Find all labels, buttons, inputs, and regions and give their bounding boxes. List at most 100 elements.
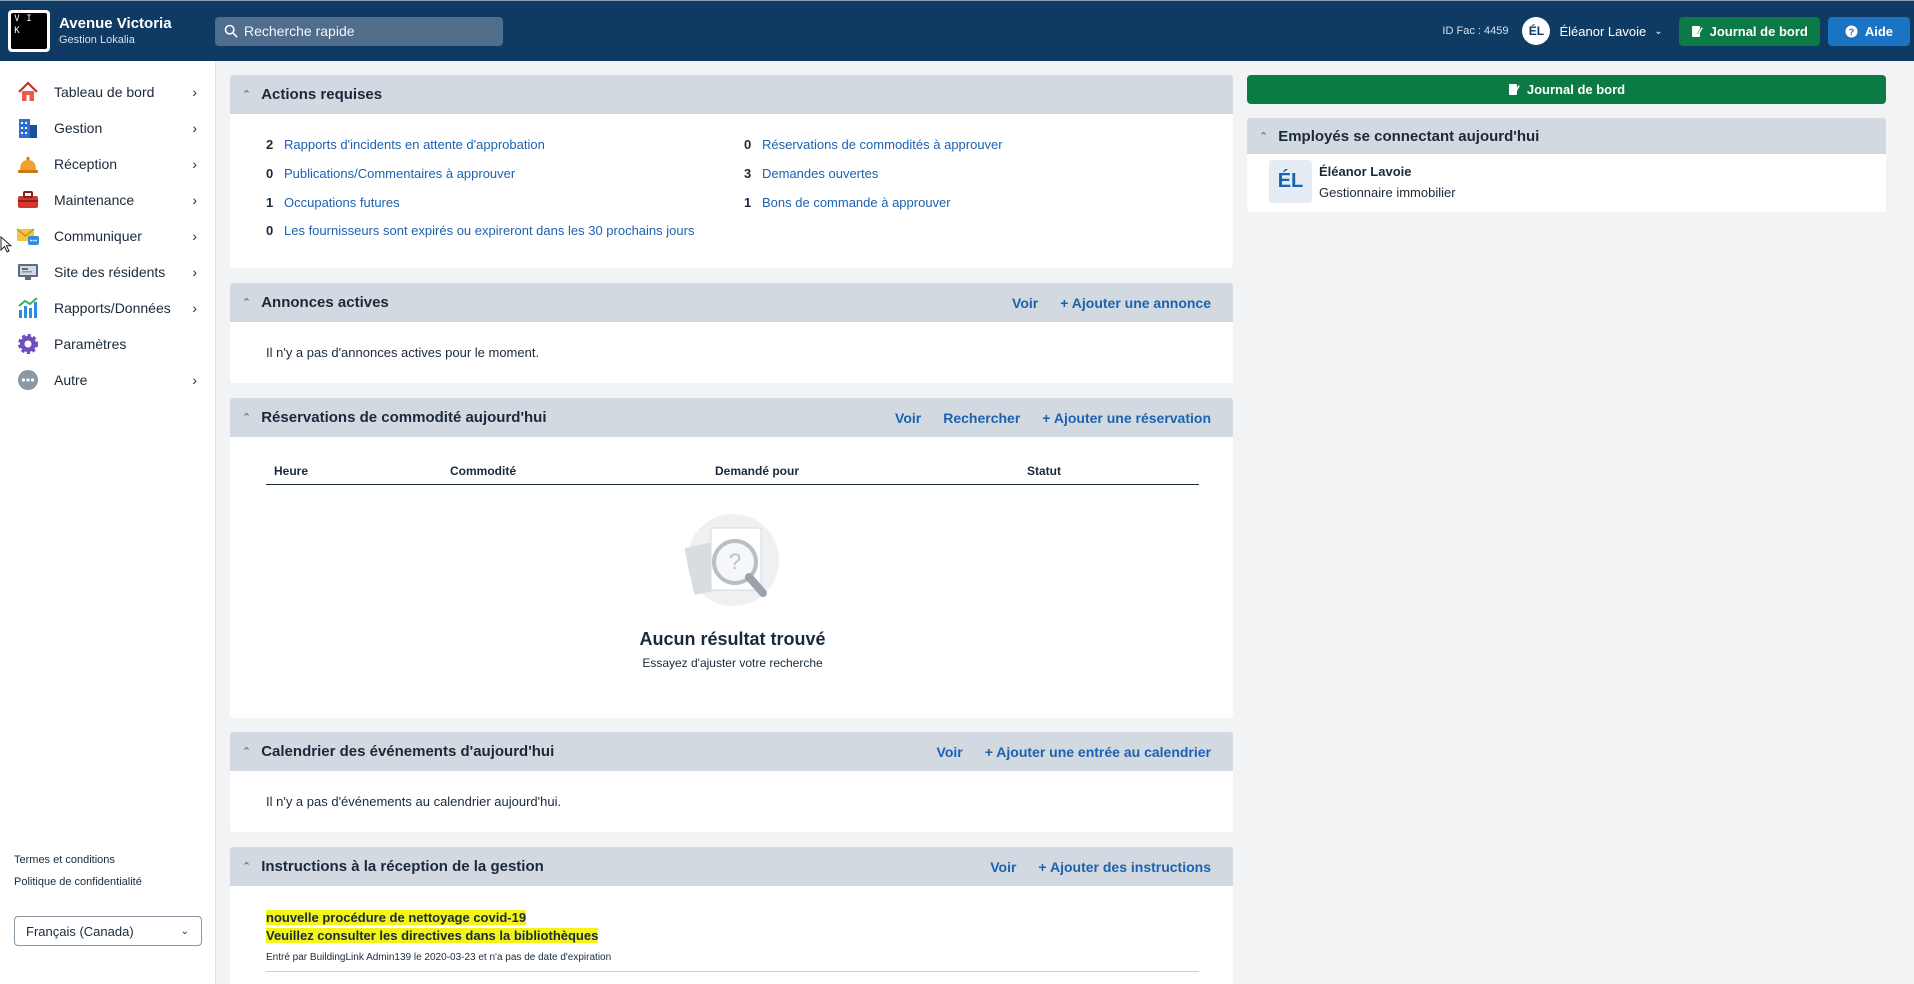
avatar: ÉL [1522,17,1551,45]
employee-name: Éléanor Lavoie [1319,163,1412,179]
actions-panel: ⌃ Actions requises 2 Rapports d'incident… [230,75,1233,268]
panel-title: Instructions à la réception de la gestio… [261,858,544,875]
instruction-line: nouvelle procédure de nettoyage covid-19 [266,910,527,925]
property-name: Avenue Victoria [59,14,172,32]
toolbox-icon [16,188,40,212]
reservations-panel: ⌃ Réservations de commodité aujourd'hui … [230,398,1233,718]
sidebar-item-reports[interactable]: Rapports/Données › [0,290,215,326]
sidebar-item-settings[interactable]: Paramètres [0,326,215,362]
sidebar-item-resident-site[interactable]: Site des résidents › [0,254,215,290]
avatar: ÉL [1269,160,1312,203]
privacy-link[interactable]: Politique de confidentialité [14,871,142,893]
action-item[interactable]: 1 Bons de commande à approuver [744,195,951,210]
add-announcement-link[interactable]: + Ajouter une annonce [1060,295,1211,311]
building-icon [16,116,40,140]
column-header[interactable]: Commodité [450,464,516,478]
chevron-up-icon[interactable]: ⌃ [242,745,251,758]
sidebar-item-management[interactable]: Gestion › [0,110,215,146]
chevron-right-icon: › [192,228,197,244]
chevron-right-icon: › [192,264,197,280]
employees-panel: ⌃ Employés se connectant aujourd'hui ÉL … [1247,118,1886,212]
action-item[interactable]: 0 Les fournisseurs sont expirés ou expir… [266,223,694,238]
company-name: Gestion Lokalia [59,33,135,46]
add-instructions-link[interactable]: + Ajouter des instructions [1038,859,1211,875]
empty-title: Aucun résultat trouvé [639,629,826,649]
search-icon [224,24,238,38]
monitor-icon [16,260,40,284]
sidebar-item-dashboard[interactable]: Tableau de bord › [0,74,215,110]
instruction-meta: Entré par BuildingLink Admin139 le 2020-… [266,952,612,963]
question-icon: ? [1845,24,1858,38]
view-reservations-link[interactable]: Voir [895,410,921,426]
column-header[interactable]: Demandé pour [715,464,799,478]
chevron-right-icon: › [192,192,197,208]
chevron-right-icon: › [192,156,197,172]
magnifier-icon: ? [684,514,779,606]
instructions-panel: ⌃ Instructions à la réception de la gest… [230,847,1233,984]
logo: VI K [8,10,50,52]
chevron-right-icon: › [192,120,197,136]
panel-title: Employés se connectant aujourd'hui [1278,127,1540,145]
action-item[interactable]: 2 Rapports d'incidents en attente d'appr… [266,137,545,152]
announcements-panel: ⌃ Annonces actives Voir + Ajouter une an… [230,283,1233,383]
sidebar: Tableau de bord › Gestion › Réception › … [0,61,216,984]
bell-icon [16,152,40,176]
chart-icon [16,296,40,320]
chevron-right-icon: › [192,300,197,316]
top-bar: VI K Avenue Victoria Gestion Lokalia ID … [0,0,1914,61]
notebook-icon [1691,25,1703,38]
user-name: Éléanor Lavoie [1559,23,1647,39]
add-calendar-entry-link[interactable]: + Ajouter une entrée au calendrier [985,744,1211,760]
action-item[interactable]: 1 Occupations futures [266,195,400,210]
action-item[interactable]: 3 Demandes ouvertes [744,166,878,181]
sidebar-item-other[interactable]: Autre › [0,362,215,398]
more-icon [16,368,40,392]
reservations-table: Heure Commodité Demandé pour Statut ? Au… [266,454,1199,693]
chevron-up-icon[interactable]: ⌃ [242,411,251,424]
journal-button-wide[interactable]: Journal de bord [1247,75,1886,104]
chevron-up-icon[interactable]: ⌃ [1259,130,1268,143]
column-header[interactable]: Statut [1027,464,1061,478]
svg-text:?: ? [728,549,740,574]
panel-title: Annonces actives [261,294,389,311]
sidebar-item-reception[interactable]: Réception › [0,146,215,182]
sidebar-item-maintenance[interactable]: Maintenance › [0,182,215,218]
empty-subtitle: Essayez d'ajuster votre recherche [642,656,823,670]
sidebar-item-communicate[interactable]: Communiquer › [0,218,215,254]
chevron-up-icon[interactable]: ⌃ [242,296,251,309]
user-menu[interactable]: ÉL Éléanor Lavoie ⌄ [1522,17,1663,45]
add-reservation-link[interactable]: + Ajouter une réservation [1042,410,1211,426]
column-header[interactable]: Heure [274,464,308,478]
panel-title: Réservations de commodité aujourd'hui [261,409,547,426]
quick-search[interactable] [215,16,503,46]
action-item[interactable]: 0 Réservations de commodités à approuver [744,137,1003,152]
terms-link[interactable]: Termes et conditions [14,849,142,871]
help-button[interactable]: ? Aide [1827,16,1910,46]
employee-role: Gestionnaire immobilier [1319,184,1456,200]
brand[interactable]: VI K Avenue Victoria Gestion Lokalia [0,1,215,62]
search-input[interactable] [244,23,494,39]
empty-message: Il n'y a pas d'annonces actives pour le … [266,345,540,360]
facility-id: ID Fac : 4459 [1442,25,1509,37]
action-item[interactable]: 0 Publications/Commentaires à approuver [266,166,515,181]
empty-state: ? Aucun résultat trouvé Essayez d'ajuste… [266,514,1199,670]
journal-button[interactable]: Journal de bord [1678,16,1820,46]
language-select[interactable]: Français (Canada) ⌄ [14,916,202,946]
svg-text:?: ? [1848,26,1854,36]
panel-title: Actions requises [261,86,383,103]
view-announcements-link[interactable]: Voir [1012,295,1038,311]
panel-title: Calendrier des événements d'aujourd'hui [261,743,555,760]
employee-row[interactable]: ÉL Éléanor Lavoie Gestionnaire immobilie… [1247,154,1886,209]
instruction-line: Veuillez consulter les directives dans l… [266,928,599,943]
search-reservations-link[interactable]: Rechercher [943,410,1020,426]
view-instructions-link[interactable]: Voir [990,859,1016,875]
chevron-down-icon: ⌄ [1654,25,1663,37]
chevron-down-icon: ⌄ [180,925,189,937]
envelope-icon [16,224,40,248]
chevron-up-icon[interactable]: ⌃ [242,88,251,101]
chevron-up-icon[interactable]: ⌃ [242,860,251,873]
view-calendar-link[interactable]: Voir [937,744,963,760]
notebook-icon [1508,83,1520,96]
gear-icon [16,332,40,356]
calendar-panel: ⌃ Calendrier des événements d'aujourd'hu… [230,732,1233,832]
